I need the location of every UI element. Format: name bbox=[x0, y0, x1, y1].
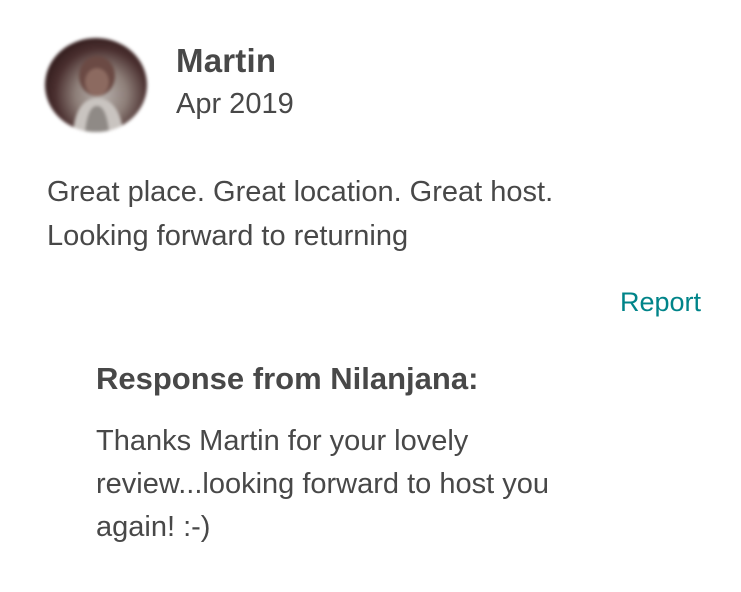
response-text: Thanks Martin for your lovely review...l… bbox=[96, 420, 656, 549]
reviewer-name: Martin bbox=[176, 42, 277, 79]
review-date: Apr 2019 bbox=[176, 88, 294, 120]
review-text: Great place. Great location. Great host.… bbox=[47, 170, 707, 258]
avatar-photo-icon bbox=[73, 56, 123, 132]
report-link[interactable]: Report bbox=[620, 287, 701, 318]
response-text-line: again! :-) bbox=[96, 511, 211, 543]
response-text-line: Thanks Martin for your lovely bbox=[96, 425, 469, 457]
review-text-line: Looking forward to returning bbox=[47, 220, 409, 252]
response-title: Response from Nilanjana: bbox=[96, 361, 479, 396]
response-text-line: review...looking forward to host you bbox=[96, 468, 549, 500]
avatar[interactable] bbox=[45, 38, 147, 132]
review-text-line: Great place. Great location. Great host. bbox=[47, 176, 554, 208]
review-card: Martin Apr 2019 Great place. Great locat… bbox=[0, 0, 741, 592]
